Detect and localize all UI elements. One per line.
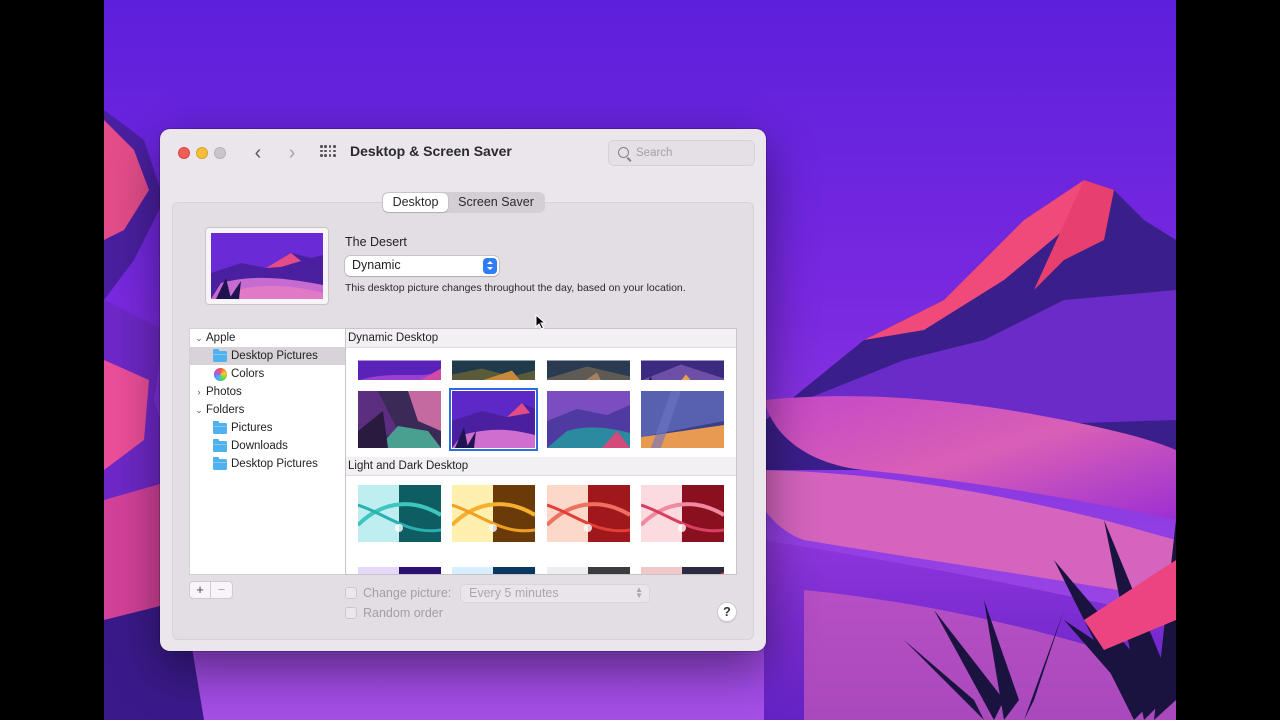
disclosure-right-icon[interactable]: › (195, 383, 203, 401)
folder-icon (213, 457, 227, 470)
preferences-window: ‹ › Desktop & Screen Saver Desktop Scree… (160, 129, 766, 651)
tab-desktop[interactable]: Desktop (383, 193, 448, 212)
wallpaper-thumbnail[interactable] (641, 348, 724, 380)
mouse-cursor-icon (535, 314, 547, 330)
section-header-dynamic: Dynamic Desktop (346, 329, 736, 348)
show-all-grid-icon[interactable] (320, 145, 336, 159)
sidebar-item-pictures[interactable]: Pictures (190, 419, 345, 437)
interval-popup-button[interactable]: Every 5 minutes ▲ ▼ (460, 584, 650, 603)
disclosure-down-icon[interactable]: ⌄ (195, 401, 203, 419)
wallpaper-thumbnail[interactable] (358, 391, 441, 448)
wallpaper-thumbnail[interactable] (641, 551, 724, 574)
wallpaper-thumbnail[interactable] (358, 551, 441, 574)
change-picture-label: Change picture: (363, 586, 452, 600)
sidebar-item-downloads[interactable]: Downloads (190, 437, 345, 455)
sidebar-item-desktop-pictures-folder[interactable]: Desktop Pictures (190, 455, 345, 473)
search-field[interactable] (608, 140, 755, 166)
random-order-label: Random order (363, 606, 443, 620)
random-order-checkbox[interactable] (345, 607, 357, 619)
wallpaper-thumbnail[interactable] (358, 485, 441, 542)
window-title: Desktop & Screen Saver (350, 143, 512, 159)
folder-icon (213, 439, 227, 452)
desert-preview-image (211, 233, 323, 299)
source-list: ⌄ Apple Desktop Pictures Colors › Photos… (189, 328, 346, 575)
wallpaper-thumbnail[interactable] (641, 391, 724, 448)
wallpaper-thumbnail[interactable] (547, 551, 630, 574)
wallpaper-thumbnail-selected[interactable] (449, 388, 538, 451)
sidebar-group-apple[interactable]: ⌄ Apple (190, 329, 345, 347)
mode-value: Dynamic (352, 258, 401, 272)
popup-chevrons-icon: ▲ ▼ (635, 585, 643, 600)
minimize-button[interactable] (196, 147, 208, 159)
sidebar-group-folders[interactable]: ⌄ Folders (190, 401, 345, 419)
wallpaper-thumbnail[interactable] (452, 485, 535, 542)
remove-folder-button[interactable]: − (211, 581, 233, 599)
popup-stepper-icon (483, 258, 497, 274)
wallpaper-thumbnail[interactable] (641, 485, 724, 542)
disclosure-down-icon[interactable]: ⌄ (195, 329, 203, 347)
current-picture-preview (205, 227, 329, 305)
zoom-button[interactable] (214, 147, 226, 159)
mode-description: This desktop picture changes throughout … (345, 282, 686, 294)
search-icon (618, 147, 629, 158)
picture-gallery: Dynamic Desktop Light and Dark Desktop (345, 328, 737, 575)
picture-name: The Desert (345, 235, 407, 249)
back-chevron-icon[interactable]: ‹ (247, 142, 269, 164)
folder-icon (213, 421, 227, 434)
sidebar-group-photos[interactable]: › Photos (190, 383, 345, 401)
help-button[interactable]: ? (717, 602, 737, 622)
wallpaper-thumbnail[interactable] (547, 485, 630, 542)
folder-icon (213, 349, 227, 362)
close-button[interactable] (178, 147, 190, 159)
wallpaper-thumbnail[interactable] (358, 348, 441, 380)
section-header-light-dark: Light and Dark Desktop (346, 457, 736, 476)
wallpaper-thumbnail[interactable] (547, 348, 630, 380)
wallpaper-thumbnail[interactable] (452, 551, 535, 574)
forward-chevron-icon[interactable]: › (281, 142, 303, 164)
tab-bar: Desktop Screen Saver (382, 192, 545, 213)
add-folder-button[interactable]: + (189, 581, 211, 599)
wallpaper-thumbnail[interactable] (547, 391, 630, 448)
sidebar-item-colors[interactable]: Colors (190, 365, 345, 383)
change-picture-checkbox[interactable] (345, 587, 357, 599)
colors-icon (214, 368, 227, 381)
search-input[interactable] (636, 145, 746, 161)
interval-value: Every 5 minutes (469, 586, 559, 600)
sidebar-item-desktop-pictures[interactable]: Desktop Pictures (190, 347, 345, 365)
tab-screen-saver[interactable]: Screen Saver (448, 193, 544, 212)
wallpaper-thumbnail[interactable] (452, 348, 535, 380)
mode-popup-button[interactable]: Dynamic (345, 256, 499, 276)
